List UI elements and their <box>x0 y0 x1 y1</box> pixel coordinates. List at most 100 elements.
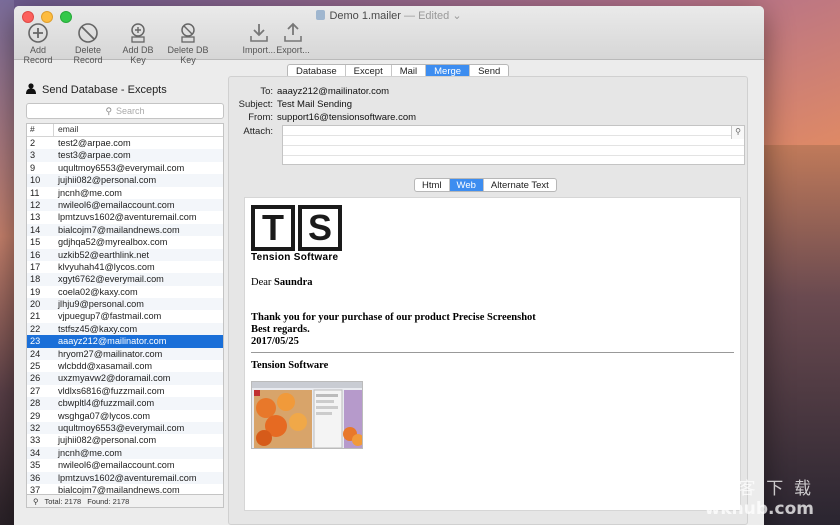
row-number: 17 <box>30 261 41 272</box>
subject-row: Subject: Test Mail Sending <box>229 99 352 110</box>
panel-header: Send Database - Excepts <box>26 81 224 99</box>
table-row[interactable]: 20 jlhju9@personal.com <box>27 298 223 311</box>
table-row[interactable]: 9 uqultmoy6553@everymail.com <box>27 162 223 174</box>
tab-html[interactable]: Html <box>415 179 450 191</box>
watermark: 风 客 下 载 wkhub.com <box>705 474 814 519</box>
table-row[interactable]: 3 test3@arpae.com <box>27 149 223 162</box>
recipient-name: Saundra <box>274 277 313 288</box>
delete-db-key-button[interactable]: Delete DB Key <box>162 22 214 65</box>
row-email: bialcojm7@mailandnews.com <box>58 224 180 235</box>
row-number: 24 <box>30 348 41 359</box>
app-window: Demo 1.mailer — Edited ⌄ Add Record Dele… <box>14 6 764 525</box>
add-db-key-icon <box>116 22 160 44</box>
column-header-number[interactable]: # <box>27 124 54 136</box>
table-row[interactable]: 11 jncnh@me.com <box>27 187 223 199</box>
row-email: lpmtzuvs1602@aventuremail.com <box>58 212 197 223</box>
import-button[interactable]: Import... <box>242 22 276 55</box>
delete-record-icon <box>62 22 114 44</box>
panel-title: Send Database - Excepts <box>42 84 167 96</box>
row-number: 28 <box>30 398 41 409</box>
product-screenshot-image <box>251 381 363 449</box>
row-email: nwileol6@emailaccount.com <box>58 460 175 471</box>
column-header-email[interactable]: email <box>54 124 78 136</box>
divider <box>251 352 734 353</box>
table-row[interactable]: 32 uqultmoy6553@everymail.com <box>27 421 223 435</box>
row-email: test2@arpae.com <box>58 138 131 148</box>
add-record-button[interactable]: Add Record <box>16 22 60 65</box>
tension-software-logo: T S Tension Software <box>251 205 345 263</box>
chevron-down-icon[interactable]: ⌄ <box>452 10 461 22</box>
table-row[interactable]: 19 coela02@kaxy.com <box>27 286 223 298</box>
from-value: support16@tensionsoftware.com <box>277 112 417 123</box>
table-row[interactable]: 16 uzkib52@earthlink.net <box>27 248 223 261</box>
greeting: Dear Saundra <box>251 277 313 288</box>
import-icon <box>242 22 276 44</box>
table-row[interactable]: 35 nwileol6@emailaccount.com <box>27 459 223 471</box>
attach-row: Attach: <box>229 126 277 137</box>
table-row[interactable]: 13 lpmtzuvs1602@aventuremail.com <box>27 211 223 223</box>
attachments-list[interactable]: ⚲ <box>282 125 745 165</box>
watermark-cn: 风 客 下 载 <box>710 479 814 498</box>
row-email: uzkib52@earthlink.net <box>58 249 150 260</box>
table-row[interactable]: 22 tstfsz45@kaxy.com <box>27 322 223 336</box>
table-row[interactable]: 26 uxzmyavw2@doramail.com <box>27 372 223 385</box>
row-email: nwileol6@emailaccount.com <box>58 199 175 210</box>
table-row[interactable]: 25 wlcbdd@xasamail.com <box>27 360 223 372</box>
search-icon[interactable]: ⚲ <box>33 497 39 506</box>
row-email: vldlxs6816@fuzzmail.com <box>58 385 165 396</box>
table-row[interactable]: 33 jujhii082@personal.com <box>27 434 223 446</box>
table-row[interactable]: 37 bialcojm7@mailandnews.com <box>27 484 223 494</box>
row-email: wlcbdd@xasamail.com <box>58 361 153 372</box>
table-body: 2 test2@arpae.com 3 test3@arpae.com 9 uqultmo… <box>27 137 223 494</box>
delete-record-button[interactable]: Delete Record <box>62 22 114 65</box>
table-row[interactable]: 18 xgyt6762@everymail.com <box>27 273 223 286</box>
export-button[interactable]: Export... <box>276 22 310 55</box>
search-input[interactable]: ⚲ Search <box>26 103 224 119</box>
table-row[interactable]: 34 jncnh@me.com <box>27 446 223 460</box>
row-number: 11 <box>30 187 40 198</box>
search-icon: ⚲ <box>105 105 113 116</box>
row-email: jujhii082@personal.com <box>58 175 157 186</box>
table-row[interactable]: 23 aaayz212@mailinator.com <box>27 335 223 348</box>
tab-web[interactable]: Web <box>449 179 484 191</box>
desktop-wallpaper-left <box>0 0 14 525</box>
row-number: 15 <box>30 237 41 248</box>
attach-label: Attach: <box>243 126 273 137</box>
web-preview[interactable]: T S Tension Software Dear Saundra Thank … <box>244 197 741 511</box>
found-count: Found: 2178 <box>87 496 130 506</box>
table-row[interactable]: 17 klvyuhah41@lycos.com <box>27 261 223 273</box>
table-row[interactable]: 14 bialcojm7@mailandnews.com <box>27 223 223 237</box>
table-row[interactable]: 28 cbwpltl4@fuzzmail.com <box>27 397 223 410</box>
row-number: 3 <box>30 150 36 161</box>
attach-search-icon[interactable]: ⚲ <box>731 126 744 139</box>
row-number: 13 <box>30 212 41 223</box>
table-row[interactable]: 15 gdjhqa52@myrealbox.com <box>27 236 223 248</box>
to-row: To: aaayz212@mailinator.com <box>229 86 389 97</box>
row-number: 12 <box>30 199 41 210</box>
add-db-key-button[interactable]: Add DB Key <box>116 22 160 65</box>
message-line-1: Thank you for your purchase of our produ… <box>251 312 536 323</box>
row-number: 18 <box>30 274 41 285</box>
table-row[interactable]: 27 vldlxs6816@fuzzmail.com <box>27 385 223 397</box>
table-row[interactable]: 12 nwileol6@emailaccount.com <box>27 198 223 212</box>
add-record-icon <box>16 22 60 44</box>
table-row[interactable]: 21 vjpuegup7@fastmail.com <box>27 310 223 322</box>
row-number: 21 <box>30 311 41 322</box>
email-table: # email 2 test2@arpae.com 3 test3@arpae.com… <box>26 123 224 495</box>
table-row[interactable]: 29 wsghga07@lycos.com <box>27 410 223 422</box>
row-number: 23 <box>30 336 41 347</box>
row-email: uqultmoy6553@everymail.com <box>58 422 185 433</box>
row-number: 16 <box>30 249 41 260</box>
table-row[interactable]: 10 jujhii082@personal.com <box>27 174 223 187</box>
watermark-en: wkhub.com <box>704 499 814 519</box>
to-value: aaayz212@mailinator.com <box>277 86 390 97</box>
table-row[interactable]: 2 test2@arpae.com <box>27 137 223 149</box>
delete-db-key-icon <box>162 22 214 44</box>
row-number: 33 <box>30 435 41 446</box>
table-row[interactable]: 24 hryom27@mailinator.com <box>27 347 223 361</box>
table-row[interactable]: 36 lpmtzuvs1602@aventuremail.com <box>27 471 223 484</box>
from-label: From: <box>248 112 273 123</box>
row-number: 27 <box>30 385 41 396</box>
from-row: From: support16@tensionsoftware.com <box>229 112 416 123</box>
tab-alternate-text[interactable]: Alternate Text <box>484 179 556 191</box>
